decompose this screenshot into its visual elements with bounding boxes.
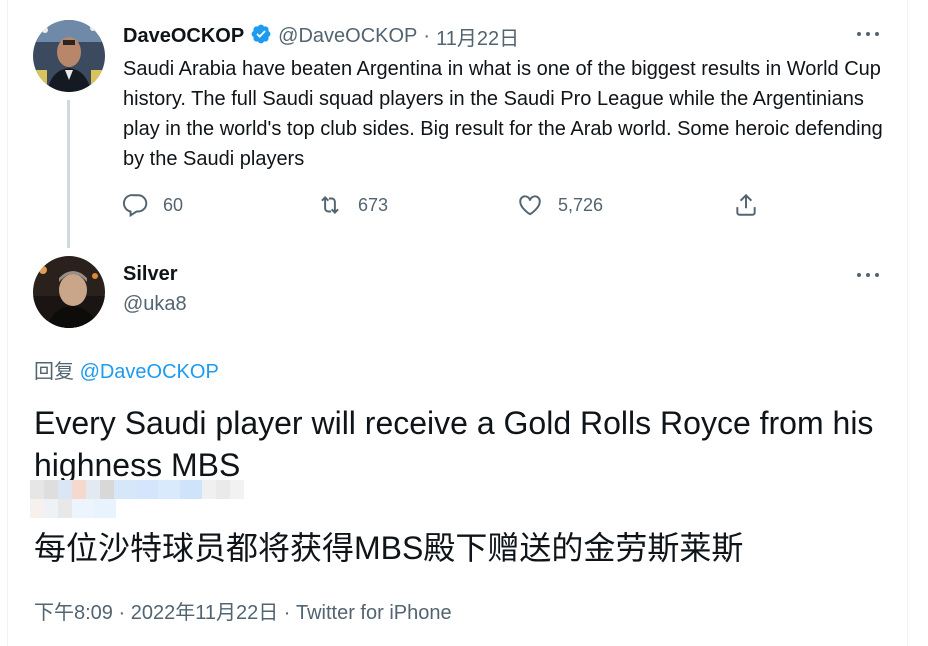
reply-count: 60 <box>163 194 184 215</box>
share-icon <box>736 193 756 216</box>
thread-connector-line <box>67 100 70 248</box>
avatar-daveockop[interactable] <box>33 20 105 92</box>
like-count: 5,726 <box>558 194 604 215</box>
avatar-silver[interactable] <box>33 256 105 328</box>
main-tweet-text: Every Saudi player will receive a Gold R… <box>34 405 874 483</box>
more-options-icon[interactable] <box>853 265 883 285</box>
display-name-silver[interactable]: Silver <box>123 263 177 286</box>
retweet-count: 673 <box>358 194 389 215</box>
translated-text: 每位沙特球员都将获得MBS殿下赠送的金劳斯莱斯 <box>34 530 744 566</box>
reply-button[interactable]: 60 <box>123 192 183 218</box>
separator: · <box>423 25 431 47</box>
handle-silver[interactable]: @uka8 <box>123 293 187 316</box>
blurred-region <box>30 480 255 518</box>
more-options-icon[interactable] <box>853 24 883 44</box>
reply-prefix: 回复 <box>34 361 74 383</box>
reply-icon <box>123 194 148 218</box>
tweet-actions: 60 673 5,726 <box>123 192 773 222</box>
tweet-header: DaveOCKOP @DaveOCKOP · 11月22日 <box>123 22 519 51</box>
verified-badge-icon <box>250 23 272 51</box>
display-name[interactable]: DaveOCKOP <box>123 25 244 48</box>
tweet-date[interactable]: 11月22日 <box>436 22 519 51</box>
like-button[interactable]: 5,726 <box>516 192 603 218</box>
retweet-icon <box>321 196 339 214</box>
handle[interactable]: @DaveOCKOP <box>278 25 417 48</box>
share-button[interactable] <box>733 192 773 218</box>
heart-icon <box>519 195 541 216</box>
tweet-text: Saudi Arabia have beaten Argentina in wh… <box>123 58 883 170</box>
retweet-button[interactable]: 673 <box>316 192 388 218</box>
reply-context: 回复 @DaveOCKOP <box>34 355 219 384</box>
reply-to-handle-link[interactable]: @DaveOCKOP <box>80 361 219 383</box>
tweet-meta[interactable]: 下午8:09 · 2022年11月22日 · Twitter for iPhon… <box>34 596 452 625</box>
